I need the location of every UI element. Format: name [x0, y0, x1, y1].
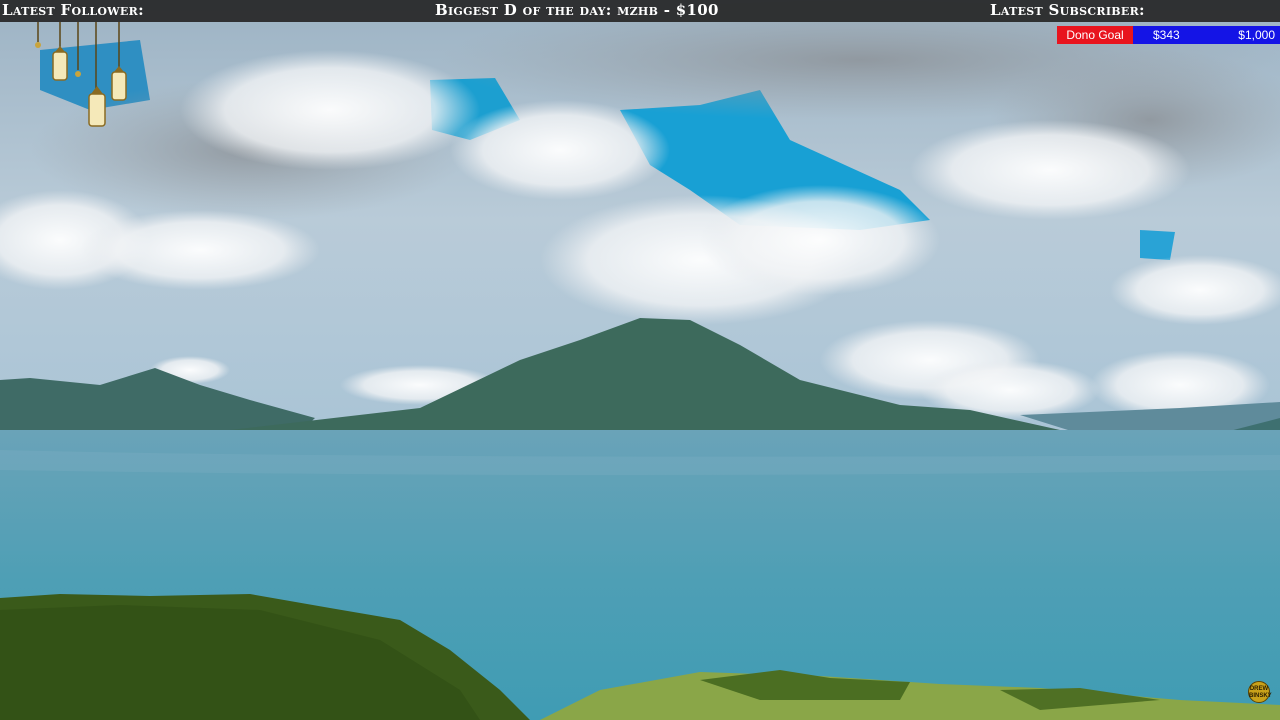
donation-goal-label: Dono Goal [1057, 26, 1133, 44]
biggest-donation-label: Biggest D of the day: mzhb - $100 [435, 1, 719, 19]
lantern-icon [52, 46, 68, 81]
latest-subscriber-label: Latest Subscriber: [990, 1, 1145, 19]
lantern-icon [88, 86, 106, 127]
donation-goal-current: $343 [1153, 28, 1180, 42]
donation-goal-progress-bar: $343 $1,000 [1133, 26, 1280, 44]
background-landscape-image [0, 0, 1280, 720]
stream-info-bar: Latest Follower: Biggest D of the day: m… [0, 0, 1280, 22]
channel-watermark-logo: DREW BINSKY [1248, 681, 1272, 703]
lantern-icon [111, 66, 127, 101]
donation-goal-target: $1,000 [1238, 28, 1275, 42]
hanging-lanterns-decoration [35, 22, 127, 127]
donation-goal-widget: Dono Goal $343 $1,000 [1057, 26, 1280, 44]
latest-follower-label: Latest Follower: [2, 1, 144, 19]
